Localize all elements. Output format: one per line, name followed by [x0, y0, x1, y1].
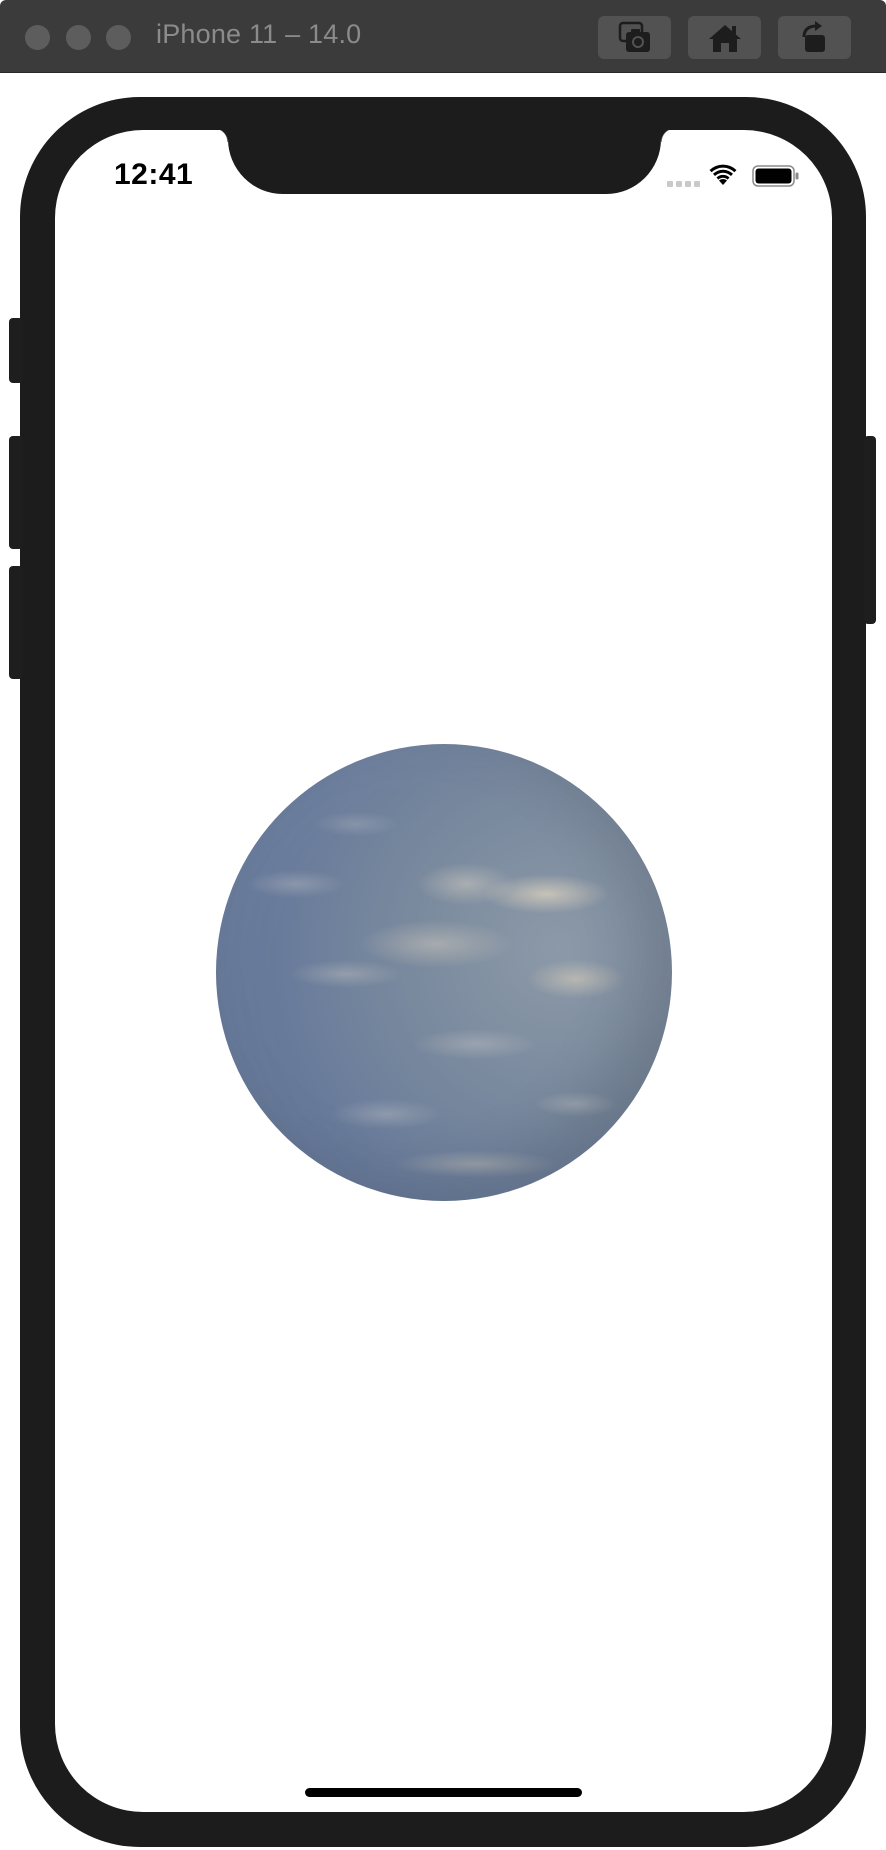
- volume-down-button: [9, 566, 23, 679]
- power-button: [864, 436, 876, 624]
- wifi-icon: [709, 164, 737, 185]
- close-window-button[interactable]: [25, 25, 50, 50]
- screenshot-button[interactable]: [598, 16, 671, 59]
- mute-switch: [9, 318, 23, 383]
- zoom-window-button[interactable]: [106, 25, 131, 50]
- minimize-window-button[interactable]: [66, 25, 91, 50]
- volume-up-button: [9, 436, 23, 549]
- home-button[interactable]: [688, 16, 761, 59]
- cellular-signal-icon: [667, 181, 700, 187]
- device-screen: 12:41: [55, 130, 832, 1812]
- sky-textured-sphere[interactable]: [216, 744, 672, 1201]
- status-time: 12:41: [114, 158, 194, 191]
- rotate-button[interactable]: [778, 16, 851, 59]
- battery-icon: [752, 165, 799, 187]
- rotate-icon: [802, 20, 825, 52]
- window-title: iPhone 11 – 14.0: [156, 19, 362, 49]
- home-indicator[interactable]: [305, 1788, 582, 1797]
- simulator-titlebar: iPhone 11 – 14.0: [0, 0, 886, 73]
- home-icon: [708, 24, 741, 52]
- notch: [214, 130, 675, 194]
- screenshot-camera-icon: [618, 21, 650, 52]
